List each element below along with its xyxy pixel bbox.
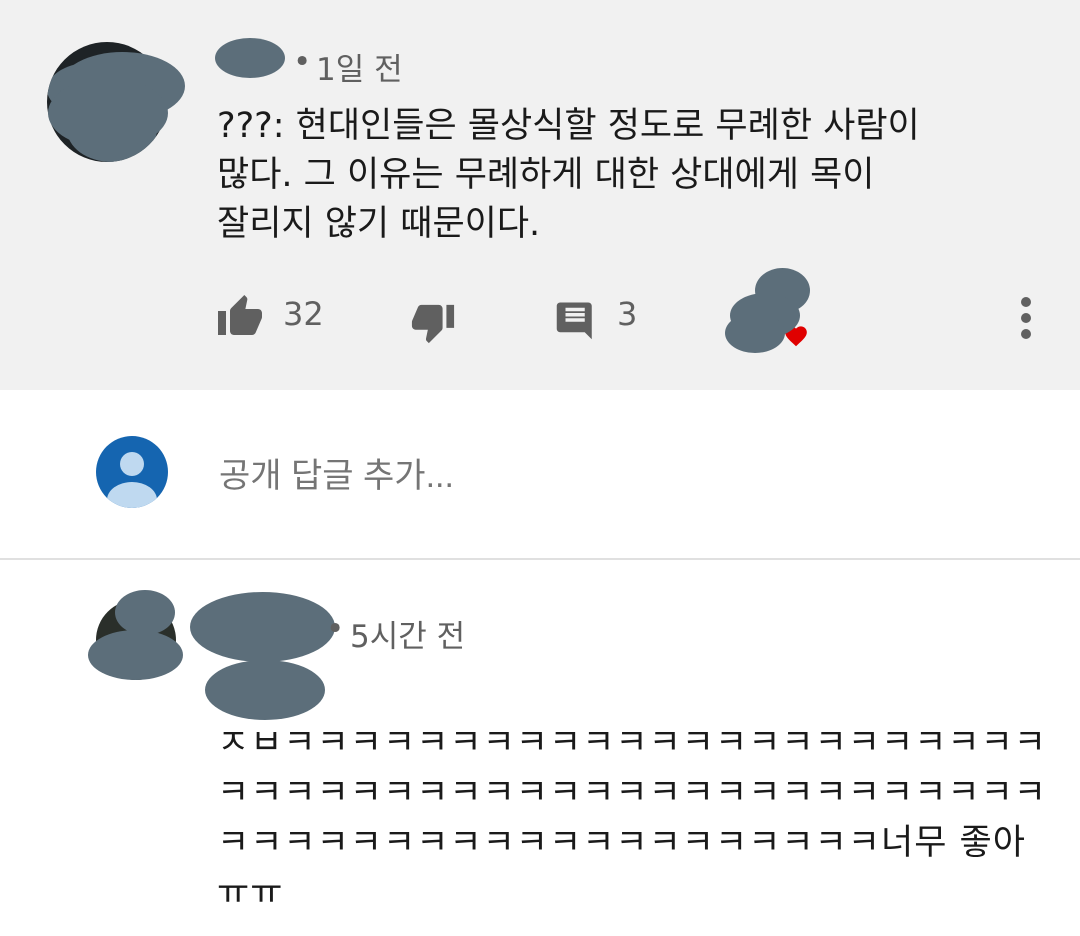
like-button[interactable] (216, 293, 264, 341)
redacted-avatar (115, 590, 175, 635)
like-count: 32 (283, 295, 324, 333)
user-avatar-icon (96, 436, 168, 508)
separator-dot: • (293, 44, 312, 80)
dislike-button[interactable] (410, 302, 456, 350)
reply-count-button[interactable] (555, 299, 597, 345)
redacted-username (215, 38, 285, 78)
redacted-username (190, 592, 335, 662)
add-reply-input[interactable] (217, 456, 921, 497)
comment-card: • 1일 전 ???: 현대인들은 몰상식할 정도로 무례한 사람이 많다. 그… (0, 0, 1080, 390)
comment-text: ???: 현대인들은 몰상식할 정도로 무례한 사람이 많다. 그 이유는 무례… (217, 106, 920, 244)
reply-time: 5시간 전 (350, 619, 466, 655)
more-vert-icon (1021, 297, 1031, 339)
separator-dot: • (326, 611, 345, 647)
comment-time: 1일 전 (316, 52, 403, 88)
thumbs-up-icon (218, 295, 262, 335)
reply-count: 3 (617, 295, 638, 333)
more-options-button[interactable] (1014, 296, 1038, 344)
redacted-avatar (48, 78, 168, 148)
thumbs-down-icon (411, 304, 455, 344)
redacted-username (205, 660, 325, 720)
redacted-avatar (88, 630, 183, 680)
creator-heart-badge (725, 268, 815, 358)
comment-icon (556, 302, 592, 340)
reply-text: ㅈㅂㅋㅋㅋㅋㅋㅋㅋㅋㅋㅋㅋㅋㅋㅋㅋㅋㅋㅋㅋㅋㅋㅋㅋㅋㅋㅋㅋㅋㅋㅋㅋㅋㅋㅋㅋㅋㅋㅋ… (217, 723, 1048, 913)
